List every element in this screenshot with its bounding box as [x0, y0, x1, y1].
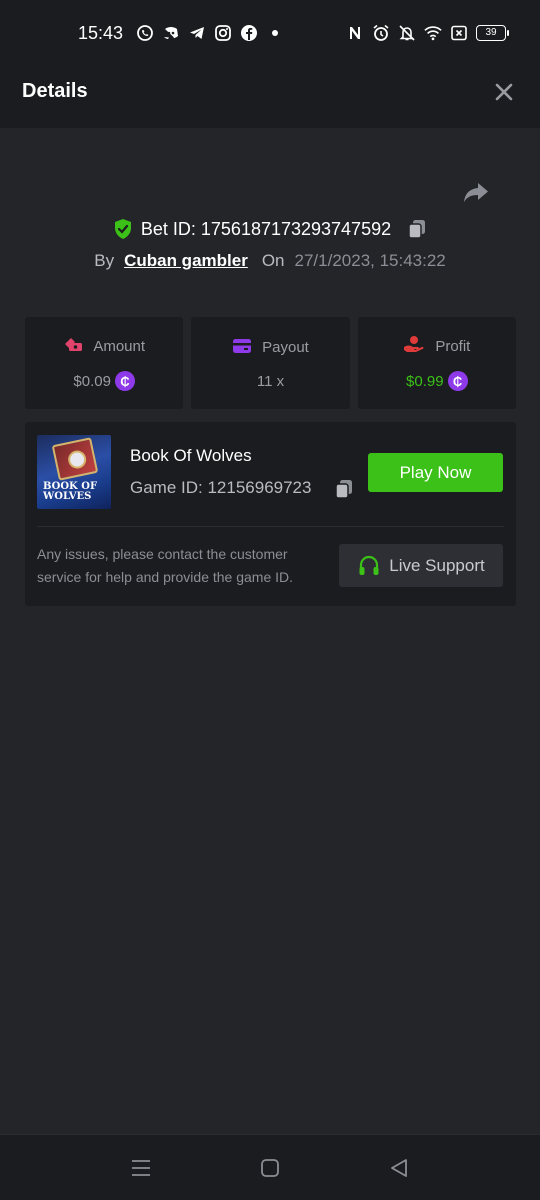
stat-label: Amount: [93, 337, 146, 355]
mute-icon: [398, 24, 416, 42]
user-link[interactable]: Cuban gambler: [124, 251, 248, 271]
sim-icon: [450, 24, 468, 42]
instagram-icon: [214, 24, 232, 42]
share-button[interactable]: [462, 180, 490, 204]
battery-indicator: 39: [476, 25, 509, 41]
game-thumbnail[interactable]: BOOK OF WOLVES: [37, 435, 111, 509]
recent-apps-button[interactable]: [130, 1157, 152, 1179]
status-bar: 15:43 39: [0, 0, 540, 56]
bet-date: 27/1/2023, 15:43:22: [294, 251, 446, 270]
coin-icon: ₵: [447, 371, 468, 391]
wifi-icon: [424, 24, 442, 42]
dot-icon: [266, 24, 284, 42]
copy-icon: [335, 480, 352, 499]
system-icons: 39: [346, 24, 509, 42]
back-button[interactable]: [388, 1157, 410, 1179]
amount-icon: [63, 335, 83, 357]
stat-payout: Payout 11 x: [191, 317, 350, 409]
game-id: Game ID: 12156969723: [130, 478, 312, 497]
live-support-label: Live Support: [389, 555, 485, 575]
bet-id: Bet ID: 1756187173293747592: [140, 218, 392, 239]
whatsapp-icon: [136, 24, 154, 42]
coin-icon: ₵: [114, 371, 135, 391]
bet-stats: Amount $0.09 ₵ Payout 11 x Profit $0.99 …: [25, 317, 516, 409]
help-text: Any issues, please contact the customer …: [37, 546, 294, 585]
stat-value: $0.09: [73, 372, 111, 390]
on-label: On: [261, 251, 285, 270]
bet-author-row: By Cuban gambler On 27/1/2023, 15:43:22: [0, 249, 540, 273]
copy-bet-id-button[interactable]: [407, 218, 427, 240]
game-title: Book Of Wolves: [130, 446, 252, 465]
nfc-icon: [346, 24, 364, 42]
live-support-button[interactable]: Live Support: [339, 544, 503, 587]
telegram-icon: [188, 24, 206, 42]
alarm-icon: [372, 24, 390, 42]
facebook-icon: [240, 24, 258, 42]
by-label: By: [94, 251, 115, 270]
copy-icon: [408, 220, 426, 239]
system-nav-bar: [0, 1134, 540, 1200]
play-now-button[interactable]: Play Now: [368, 453, 503, 492]
menu-icon: [132, 1160, 150, 1176]
stat-value: $0.99: [406, 372, 444, 390]
page-title: Details: [22, 80, 88, 102]
home-button[interactable]: [259, 1157, 281, 1179]
bet-id-row: Bet ID: 1756187173293747592: [0, 216, 540, 242]
home-icon: [261, 1159, 279, 1177]
stat-value: 11 x: [256, 372, 285, 390]
thumbnail-logo-text: BOOK OF WOLVES: [43, 481, 98, 502]
wallet-icon: [232, 337, 252, 359]
close-icon: [495, 83, 513, 101]
back-icon: [391, 1159, 407, 1177]
copy-game-id-button[interactable]: [334, 478, 354, 500]
stat-amount: Amount $0.09 ₵: [25, 317, 184, 409]
verified-shield-icon: [113, 218, 133, 240]
status-time: 15:43: [78, 23, 124, 43]
stat-label: Profit: [435, 337, 471, 355]
game-card: BOOK OF WOLVES Book Of Wolves Game ID: 1…: [25, 422, 516, 606]
notification-icons: [136, 24, 284, 42]
profit-icon: [403, 335, 425, 357]
headset-icon: [357, 554, 381, 578]
close-button[interactable]: [492, 80, 516, 104]
book-art: [51, 437, 99, 481]
stat-profit: Profit $0.99 ₵: [357, 317, 516, 409]
share-icon: [464, 183, 488, 202]
details-header: Details: [0, 56, 540, 128]
discord-icon: [162, 24, 180, 42]
divider: [37, 526, 504, 527]
stat-label: Payout: [262, 339, 309, 356]
